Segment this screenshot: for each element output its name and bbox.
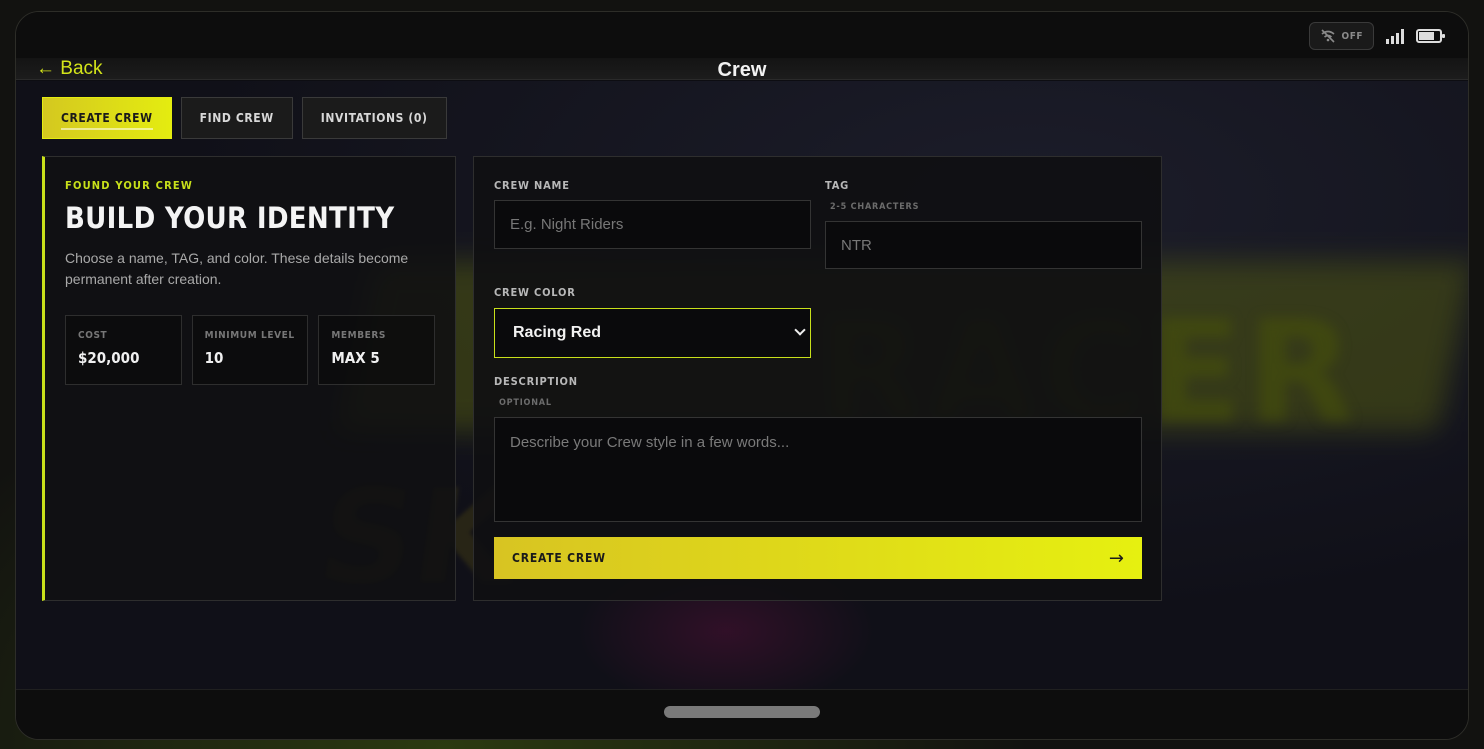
background-scene: RACER SK CREATE CREW FIND CREW INVITATIO…: [16, 81, 1468, 692]
offline-toggle[interactable]: OFF: [1308, 22, 1374, 50]
description-label: DESCRIPTION: [494, 375, 578, 388]
status-icons: OFF: [1308, 22, 1445, 50]
stat-label: COST: [78, 330, 108, 341]
home-indicator[interactable]: [664, 706, 820, 718]
crew-name-input[interactable]: [494, 200, 811, 249]
tag-hint: 2-5 CHARACTERS: [830, 202, 920, 212]
stat-label: MINIMUM LEVEL: [204, 330, 295, 341]
arrow-right-icon: →: [1108, 547, 1124, 569]
create-crew-button-label: CREATE CREW: [512, 551, 606, 565]
requirements-stats: COST $20,000 MINIMUM LEVEL 10 MEMBERS MA…: [65, 315, 436, 385]
stat-value: $20,000: [78, 349, 140, 367]
device-frame: OFF ← Back Crew RACER SK CREATE CREW FIN…: [15, 11, 1469, 740]
create-crew-button[interactable]: CREATE CREW →: [494, 537, 1142, 579]
crew-color-value: Racing Red: [513, 324, 602, 341]
tab-invitations[interactable]: INVITATIONS (0): [301, 97, 447, 139]
no-wifi-icon: [1320, 29, 1335, 43]
stat-cost: COST $20,000: [65, 315, 182, 385]
intro-description: Choose a name, TAG, and color. These det…: [65, 250, 409, 287]
tag-input[interactable]: [825, 221, 1142, 269]
chevron-down-icon: [794, 324, 806, 336]
battery-icon: [1416, 29, 1445, 43]
intro-eyebrow: FOUND YOUR CREW: [65, 179, 193, 192]
intro-panel: FOUND YOUR CREW BUILD YOUR IDENTITY Choo…: [42, 156, 456, 601]
signal-icon: [1386, 28, 1404, 44]
tab-create-crew[interactable]: CREATE CREW: [42, 97, 172, 139]
intro-heading: BUILD YOUR IDENTITY: [65, 201, 395, 235]
stat-minimum-level: MINIMUM LEVEL 10: [191, 315, 309, 385]
create-crew-form: CREW NAME TAG 2-5 CHARACTERS CREW COLOR …: [473, 156, 1162, 601]
stat-value: 10: [204, 349, 224, 367]
description-hint: OPTIONAL: [499, 398, 552, 408]
crew-tabs: CREATE CREW FIND CREW INVITATIONS (0): [42, 97, 447, 139]
offline-label: OFF: [1341, 30, 1363, 42]
stat-members: MEMBERS MAX 5: [318, 315, 436, 385]
description-textarea[interactable]: [494, 417, 1142, 522]
home-bar: [16, 689, 1468, 739]
page-title: Crew: [717, 59, 767, 81]
crew-name-label: CREW NAME: [494, 179, 570, 192]
stat-label: MEMBERS: [331, 330, 387, 341]
tag-label: TAG: [825, 179, 850, 192]
crew-color-label: CREW COLOR: [494, 286, 576, 299]
status-bar: OFF: [16, 12, 1468, 58]
tab-find-crew[interactable]: FIND CREW: [180, 97, 293, 139]
stat-value: MAX 5: [331, 349, 380, 367]
crew-color-select[interactable]: Racing Red: [494, 308, 811, 358]
